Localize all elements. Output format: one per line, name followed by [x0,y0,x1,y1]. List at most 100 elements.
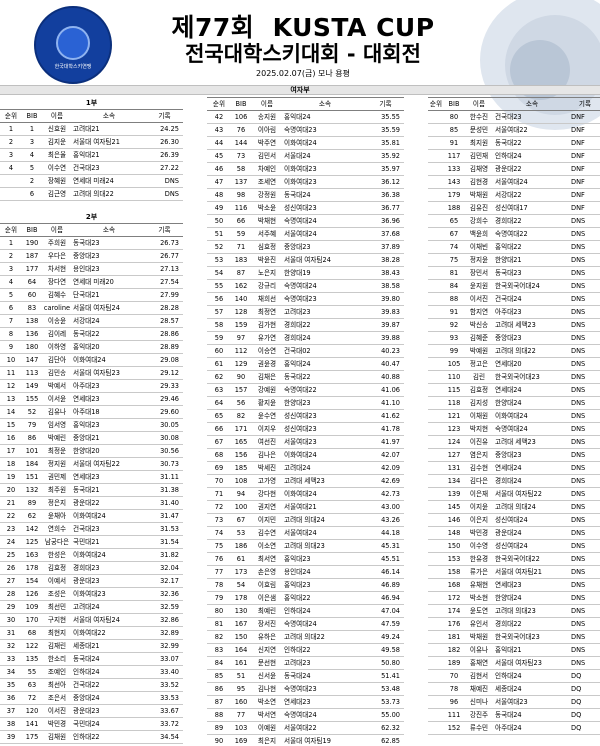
table-cell: 80 [207,604,231,618]
column-header: 소속 [72,223,146,237]
table-cell: 서울대 여자팀24 [283,253,367,267]
table-cell: 고려대 의대23 [283,539,367,553]
table-cell: 최정운 [42,444,72,458]
column-header: BIB [231,97,251,111]
table-row: 64 56 황지윤 한양대23 41.10 [207,396,404,410]
table-row: 11 113 김민송 서울대 여자팀23 29.12 [0,366,183,380]
table-cell: 윤지원 [464,279,494,293]
table-cell: 76 [231,123,251,137]
table-cell: 100 [231,500,251,514]
table-cell: 36.12 [367,175,404,189]
table-cell: 연세대23 [283,695,367,709]
table-cell: 28.86 [146,327,183,341]
table-cell: 이지민 [251,513,283,527]
table-cell: 165 [231,435,251,449]
table-cell: 이수연 [42,161,72,175]
table-row: 1 1 신효원 고려대21 24.25 [0,122,183,136]
table-row: 19 151 권민제 연세대23 31.11 [0,470,183,484]
table-cell: 171 [231,422,251,436]
table-cell: 48 [207,188,231,202]
table-cell: DNS [570,461,600,475]
table-cell: 174 [444,604,464,618]
table-cell: 32.89 [146,626,183,640]
table-cell: 74 [207,526,231,540]
table-cell: DNS [570,539,600,553]
table-cell: 71 [207,487,231,501]
table-row: 70 108 고가영 고려대 세맥23 42.69 [207,474,404,488]
table-cell: 130 [231,604,251,618]
table-row: 134 김다은 경희대24 DNS [428,474,600,488]
table-cell: 한양대23 [283,396,367,410]
table-cell: 박민경 [42,717,72,731]
table-row: 121 이채원 이화여대24 DNS [428,409,600,423]
table-cell: 43.00 [367,500,404,514]
table-cell: 강진주 [464,708,494,722]
table-cell: 연세대24 [494,383,570,397]
table-cell: DNS [570,279,600,293]
table-cell: 한양대24 [494,591,570,605]
table-cell: 54 [207,266,231,280]
table-cell: 71 [231,240,251,254]
table-cell: 박서연 [251,708,283,722]
table-cell: 113 [22,366,42,380]
table-row: 110 김린 한국외국어대23 DNS [428,370,600,384]
table-cell: 건국대23 [72,522,146,536]
table-row: 123 박지현 숙명여대24 DNS [428,422,600,436]
table-cell: 127 [444,448,464,462]
table-row: 88 이서진 건국대24 DNS [428,292,600,306]
rank-cell-empty [428,136,444,150]
table-cell: 박소현 [464,591,494,605]
column-header: 순위 [0,223,22,237]
table-cell: 김수연 [251,526,283,540]
table-cell: 최서연 [251,552,283,566]
table-row: 83 164 신지연 인하대22 49.58 [207,643,404,657]
table-cell: 184 [22,457,42,471]
table-cell: 이하영 [42,340,72,354]
rank-cell-empty [428,318,444,332]
table-cell: 서울여대24 [283,227,367,241]
table-cell: 179 [444,188,464,202]
division-2-table: 순위 BIB 이름 소속 기록 1 190 주희원 동국대23 26.73 2 187 우다은 중앙대23… [0,223,183,746]
table-cell: 3 [0,262,22,276]
rank-cell-empty [428,617,444,631]
table-row: 72 100 권지연 서울여대21 43.00 [207,500,404,514]
table-cell: 186 [231,539,251,553]
table-cell: 김나현 [251,682,283,696]
table-row: 111 강진주 동국대24 DQ [428,708,600,722]
table-cell: DQ [570,682,600,696]
table-row: 91 최지원 동국대22 DNF [428,136,600,150]
table-cell: 동국대24 [72,652,146,666]
rank-cell-empty [428,656,444,670]
rank-cell-empty [428,708,444,722]
column-header: 기록 [570,97,600,111]
table-cell: 47 [207,175,231,189]
table-cell: 15 [0,418,22,432]
table-cell: 29.46 [146,392,183,406]
table-cell: 42.09 [367,461,404,475]
skier-emblem-icon [56,26,90,60]
table-cell: 연세대24 [494,461,570,475]
table-cell: 장다연 [42,275,72,289]
table-cell: 46.89 [367,578,404,592]
table-cell: DNF [570,175,600,189]
table-cell: 고려대 의대24 [494,500,570,514]
table-cell: 40.47 [367,357,404,371]
table-cell: 이서진 [464,292,494,306]
table-cell: 강희수 [464,214,494,228]
table-cell: 31.40 [146,496,183,510]
table-cell: 이화여대24 [283,136,367,150]
table-cell: 163 [22,548,42,562]
table-cell: 고려대24 [283,461,367,475]
table-cell: 44.18 [367,526,404,540]
table-cell: 20 [0,483,22,497]
table-cell: 168 [444,578,464,592]
table-cell: DNS [570,630,600,644]
table-cell: 89 [207,721,231,735]
table-cell: 경희대22 [494,214,570,228]
table-cell: 광운대24 [494,526,570,540]
table-cell: 김근영 [42,187,72,201]
table-row: 80 130 최예린 인하대24 47.04 [207,604,404,618]
table-cell: 98 [231,188,251,202]
table-cell: 94 [231,487,251,501]
table-cell: 46 [207,162,231,176]
